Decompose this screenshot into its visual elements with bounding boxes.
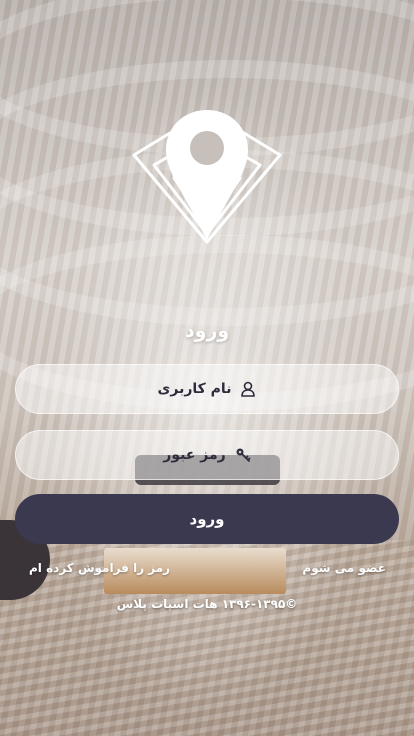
login-button[interactable]: ورود (15, 494, 399, 544)
copyright-text: ©۱۳۹۶-۱۳۹۵ هات اسپات پلاس (116, 597, 298, 611)
register-link[interactable]: عضو می شوم (302, 561, 386, 575)
password-field[interactable]: رمز عبور (15, 430, 399, 480)
username-placeholder: نام کاربری (157, 381, 232, 397)
password-placeholder: رمز عبور (163, 447, 226, 463)
page-title: ورود (184, 320, 230, 342)
user-icon (241, 381, 256, 397)
username-field[interactable]: نام کاربری (15, 364, 399, 414)
login-screen: ورود نام کاربری رمز عبور ورود عضو می شوم… (0, 0, 414, 736)
key-icon (236, 448, 251, 462)
map-pin-wifi-logo (132, 110, 282, 244)
forgot-password-link[interactable]: رمز را فراموش کرده ام (29, 561, 170, 575)
